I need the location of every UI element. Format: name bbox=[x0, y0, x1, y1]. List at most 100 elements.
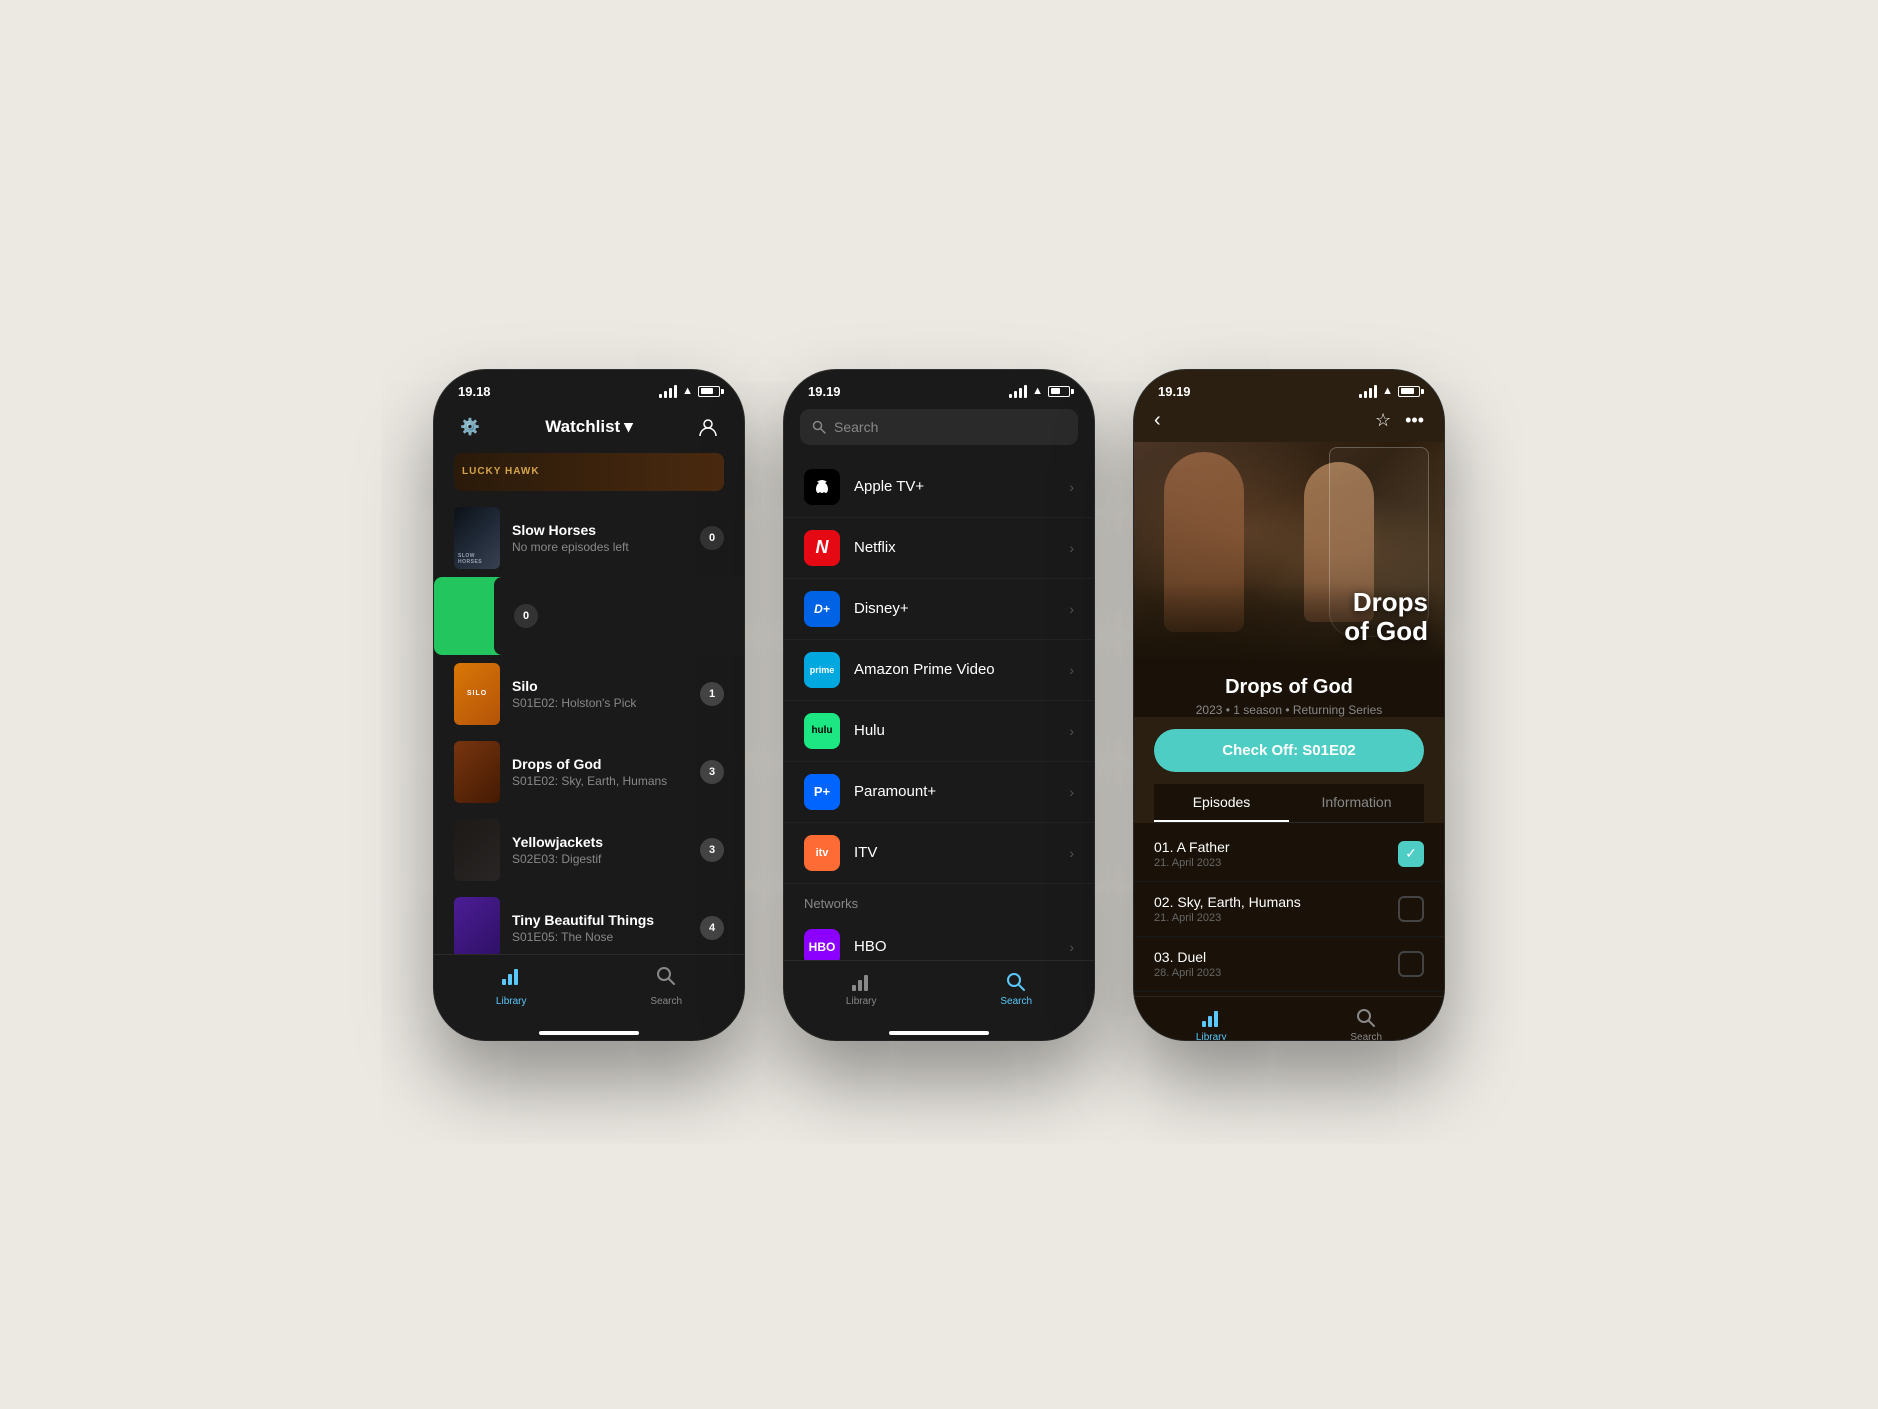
home-indicator-1 bbox=[539, 1031, 639, 1035]
stream-item-paramount[interactable]: P+ Paramount+ › bbox=[784, 762, 1094, 823]
show-item-drops[interactable]: Drops of God S01E02: Sky, Earth, Humans … bbox=[434, 733, 744, 811]
time-3: 19.19 bbox=[1158, 384, 1191, 399]
nav-library-2[interactable]: Library bbox=[846, 971, 877, 1007]
library-icon-3 bbox=[1200, 1007, 1222, 1029]
status-icons-2: ▲ bbox=[1009, 385, 1070, 398]
time-2: 19.19 bbox=[808, 384, 841, 399]
episode-row-3[interactable]: 03. Duel 28. April 2023 bbox=[1134, 937, 1444, 992]
watchlist-title: Watchlist ▾ bbox=[545, 417, 632, 437]
show-title-silo: Silo bbox=[512, 678, 688, 694]
logo-appletv bbox=[804, 469, 840, 505]
episode-title-1: 01. A Father bbox=[1154, 839, 1398, 855]
poster-title-overlay: Drops of God bbox=[1344, 588, 1428, 645]
wifi-icon-3: ▲ bbox=[1382, 385, 1393, 397]
episode-row-1[interactable]: 01. A Father 21. April 2023 ✓ bbox=[1134, 827, 1444, 882]
stream-item-hbo[interactable]: HBO HBO › bbox=[784, 917, 1094, 960]
episode-checkbox-3[interactable] bbox=[1398, 951, 1424, 977]
battery-icon-3 bbox=[1398, 386, 1420, 397]
library-icon-2 bbox=[850, 971, 872, 993]
show-item-silo[interactable]: SILO Silo S01E02: Holston's Pick 1 bbox=[434, 655, 744, 733]
header-actions: ☆ ••• bbox=[1375, 410, 1424, 431]
show-thumb-silo: SILO bbox=[454, 663, 500, 725]
poster-title-line2: of God bbox=[1344, 616, 1428, 646]
stream-item-appletv[interactable]: Apple TV+ › bbox=[784, 457, 1094, 518]
show-list: SLOW HORSES Slow Horses No more episodes… bbox=[434, 499, 744, 954]
show-item-yellowjackets[interactable]: Yellowjackets S02E03: Digestif 3 bbox=[434, 811, 744, 889]
swipe-item[interactable]: ✓ 0 bbox=[434, 577, 744, 655]
chevron-hulu: › bbox=[1069, 723, 1074, 739]
stream-name-disney: Disney+ bbox=[854, 600, 1055, 617]
nav-library-1[interactable]: Library bbox=[496, 965, 527, 1007]
poster-background: Drops of God bbox=[1134, 442, 1444, 662]
show-subtitle-tiny: S01E05: The Nose bbox=[512, 930, 688, 944]
show-poster: Drops of God bbox=[1134, 442, 1444, 662]
settings-button[interactable]: ⚙️ bbox=[454, 411, 486, 443]
episode-badge-slow-horses: 0 bbox=[700, 526, 724, 550]
episode-row-2[interactable]: 02. Sky, Earth, Humans 21. April 2023 bbox=[1134, 882, 1444, 937]
nav-library-label-2: Library bbox=[846, 996, 877, 1007]
nav-library-label-3: Library bbox=[1196, 1032, 1227, 1040]
show-thumb-tiny bbox=[454, 897, 500, 954]
tab-episodes[interactable]: Episodes bbox=[1154, 784, 1289, 822]
show-detail-title: Drops of God bbox=[1154, 676, 1424, 699]
status-bar-1: 19.18 ▲ bbox=[434, 370, 744, 405]
stream-item-prime[interactable]: prime Amazon Prime Video › bbox=[784, 640, 1094, 701]
chevron-netflix: › bbox=[1069, 540, 1074, 556]
more-button[interactable]: ••• bbox=[1405, 410, 1424, 431]
tab-information[interactable]: Information bbox=[1289, 784, 1424, 822]
dropdown-icon: ▾ bbox=[624, 417, 633, 437]
networks-label: Networks bbox=[784, 884, 1094, 917]
episode-title-2: 02. Sky, Earth, Humans bbox=[1154, 894, 1398, 910]
phone-1-content: ⚙️ Watchlist ▾ LUCKY HAWK SLOW bbox=[434, 405, 744, 1035]
stream-item-hulu[interactable]: hulu Hulu › bbox=[784, 701, 1094, 762]
episode-date-2: 21. April 2023 bbox=[1154, 912, 1398, 924]
bottom-nav-2: Library Search bbox=[784, 960, 1094, 1027]
logo-hulu: hulu bbox=[804, 713, 840, 749]
show-subtitle-silo: S01E02: Holston's Pick bbox=[512, 696, 688, 710]
chevron-paramount: › bbox=[1069, 784, 1074, 800]
episode-title-3: 03. Duel bbox=[1154, 949, 1398, 965]
stream-name-hulu: Hulu bbox=[854, 722, 1055, 739]
search-icon-2 bbox=[1005, 971, 1027, 993]
wifi-icon-2: ▲ bbox=[1032, 385, 1043, 397]
episode-badge-silo: 1 bbox=[700, 682, 724, 706]
signal-icon-2 bbox=[1009, 385, 1027, 398]
search-icon-bar bbox=[812, 420, 826, 434]
show-info-drops: Drops of God S01E02: Sky, Earth, Humans bbox=[512, 756, 688, 788]
stream-item-itv[interactable]: itv ITV › bbox=[784, 823, 1094, 884]
phone-1: 19.18 ▲ ⚙️ Watchlist ▾ bbox=[434, 370, 744, 1040]
show-item-tiny[interactable]: Tiny Beautiful Things S01E05: The Nose 4 bbox=[434, 889, 744, 954]
stream-name-prime: Amazon Prime Video bbox=[854, 661, 1055, 678]
nav-search-1[interactable]: Search bbox=[650, 965, 682, 1007]
check-mark-icon: ✓ bbox=[1405, 845, 1417, 862]
poster-title-line1: Drops bbox=[1353, 587, 1428, 617]
bottom-nav-3: Library Search bbox=[1134, 996, 1444, 1040]
nav-search-3[interactable]: Search bbox=[1350, 1007, 1382, 1040]
chevron-itv: › bbox=[1069, 845, 1074, 861]
check-off-button[interactable]: Check Off: S01E02 bbox=[1154, 729, 1424, 772]
chevron-disney: › bbox=[1069, 601, 1074, 617]
show-item-slow-horses[interactable]: SLOW HORSES Slow Horses No more episodes… bbox=[434, 499, 744, 577]
logo-paramount: P+ bbox=[804, 774, 840, 810]
search-icon-1 bbox=[655, 965, 677, 993]
nav-library-3[interactable]: Library bbox=[1196, 1007, 1227, 1040]
search-icon-3 bbox=[1355, 1007, 1377, 1029]
bookmark-button[interactable]: ☆ bbox=[1375, 410, 1391, 431]
profile-button[interactable] bbox=[692, 411, 724, 443]
stream-item-netflix[interactable]: N Netflix › bbox=[784, 518, 1094, 579]
search-bar[interactable]: Search bbox=[800, 409, 1078, 445]
streaming-list: Apple TV+ › N Netflix › D+ Disney+ › pri bbox=[784, 457, 1094, 960]
episode-checkbox-2[interactable] bbox=[1398, 896, 1424, 922]
back-button[interactable]: ‹ bbox=[1154, 409, 1186, 432]
episode-text-1: 01. A Father 21. April 2023 bbox=[1154, 839, 1398, 869]
more-icon: ••• bbox=[1405, 410, 1424, 430]
episode-checkbox-1[interactable]: ✓ bbox=[1398, 841, 1424, 867]
stream-name-hbo: HBO bbox=[854, 938, 1055, 955]
show-info-yellowjackets: Yellowjackets S02E03: Digestif bbox=[512, 834, 688, 866]
phone-2: 19.19 ▲ Search bbox=[784, 370, 1094, 1040]
phone-2-content: Search Apple TV+ › N Netflix › bbox=[784, 405, 1094, 1035]
show-thumb-yellowjackets bbox=[454, 819, 500, 881]
nav-search-2[interactable]: Search bbox=[1000, 971, 1032, 1007]
signal-icon-3 bbox=[1359, 385, 1377, 398]
stream-item-disney[interactable]: D+ Disney+ › bbox=[784, 579, 1094, 640]
